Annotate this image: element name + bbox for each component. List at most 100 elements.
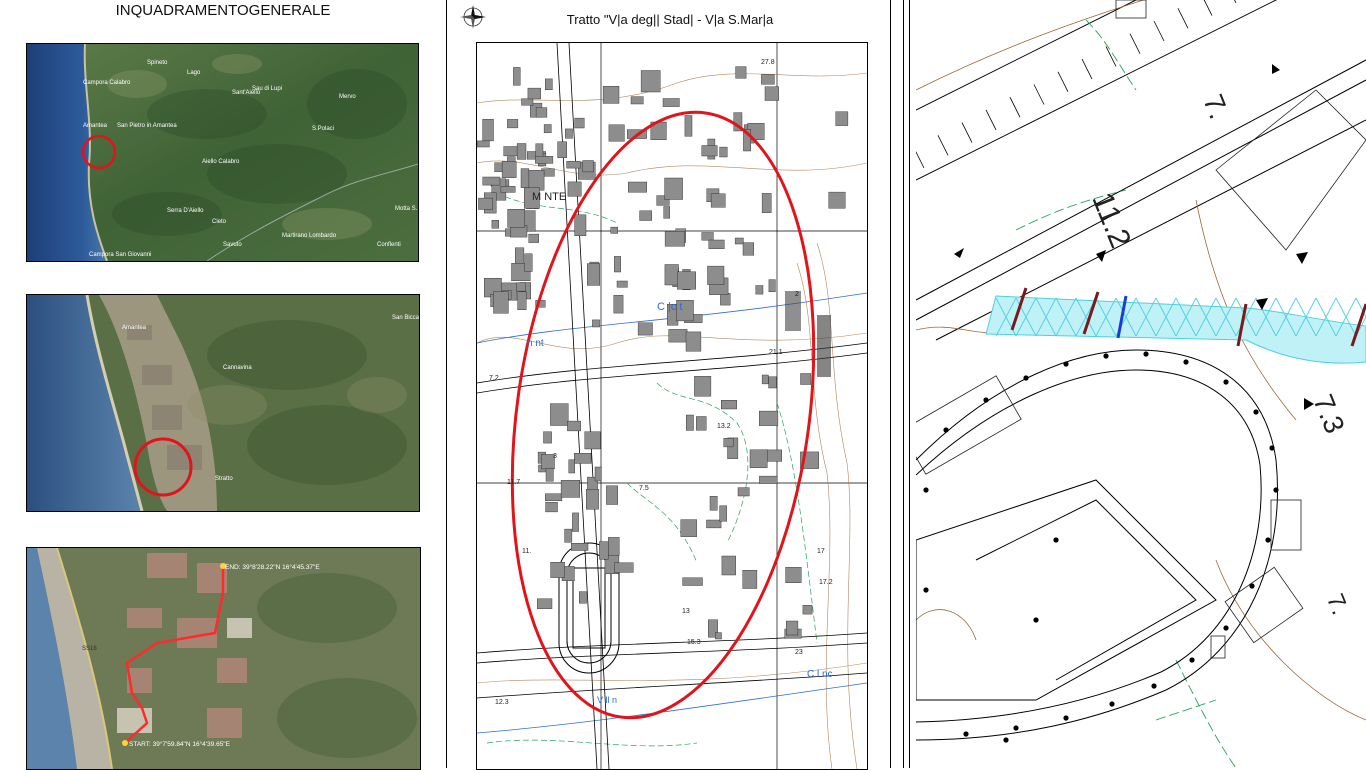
building [574, 214, 587, 236]
satellite-map-regional[interactable]: Spineto Campora Calabro Lago Sant'Aiello… [26, 43, 419, 262]
panel-divider [446, 0, 447, 768]
survey-point [1189, 657, 1195, 663]
building [592, 319, 600, 328]
building [608, 124, 625, 142]
building [610, 226, 618, 234]
topo-label: C l nc [807, 669, 833, 680]
building [535, 107, 548, 118]
map1-label: Campora Calabro [83, 80, 131, 86]
road-label: SS18 [82, 646, 97, 652]
building [662, 98, 680, 107]
topo-label: 13.2 [717, 423, 731, 430]
building [734, 237, 744, 245]
survey-point [923, 587, 929, 593]
building [571, 543, 589, 551]
building [477, 140, 490, 148]
map1-label: Aiello Calabro [202, 159, 240, 165]
overview-title: INQUADRAMENTOGENERALE [115, 2, 331, 19]
building [567, 420, 581, 432]
building [663, 206, 670, 219]
topo-label: 7.2 [489, 375, 499, 382]
building [543, 431, 552, 444]
building [545, 468, 554, 482]
map1-label: Cleto [212, 219, 227, 225]
map2-label: Amantea [122, 325, 147, 331]
building [828, 191, 846, 209]
building [706, 519, 722, 529]
section-title: Tratto "V|a deg|| Stad| - V|a S.Mar|a [566, 12, 774, 27]
map1-label: Lago [187, 70, 201, 76]
topographic-map[interactable]: M NTE C |c t n nt C l nc V ll n 21.1 7.2… [476, 42, 868, 770]
survey-point [1269, 445, 1275, 451]
building [719, 505, 727, 522]
building [567, 181, 582, 197]
survey-point [1223, 379, 1229, 385]
building [759, 410, 779, 426]
survey-point [1013, 725, 1019, 731]
panel-divider [909, 0, 910, 768]
building [545, 502, 558, 513]
topo-label: 21.1 [769, 349, 783, 356]
building [613, 295, 624, 314]
building [566, 161, 581, 169]
building [759, 475, 778, 484]
building [764, 86, 780, 101]
building [585, 489, 599, 510]
topo-label: 11.7 [507, 479, 521, 486]
building [535, 156, 554, 164]
building [501, 161, 517, 178]
building [587, 263, 601, 286]
building [544, 78, 553, 91]
building [802, 605, 813, 615]
map1-label: Martirano Lombardo [282, 233, 337, 239]
panel-divider [890, 0, 891, 768]
survey-point [963, 731, 969, 737]
building [786, 620, 799, 636]
building [482, 119, 494, 142]
building [482, 176, 501, 186]
building [578, 591, 587, 604]
building [835, 111, 849, 126]
panel-divider [903, 0, 904, 768]
detail-plan-map[interactable]: 11.2 7. 7.3 7. [916, 0, 1366, 768]
building [761, 74, 775, 85]
survey-point [1023, 375, 1029, 381]
building [720, 400, 737, 410]
survey-point [983, 397, 989, 403]
map1-label: Conflenti [377, 242, 401, 248]
building [545, 493, 563, 502]
building [560, 480, 580, 498]
building [720, 293, 731, 306]
building [664, 231, 685, 247]
survey-point [1223, 625, 1229, 631]
building [749, 449, 768, 468]
survey-point [1143, 351, 1149, 357]
building [500, 186, 516, 193]
topo-label: 27.8 [761, 59, 775, 66]
building [721, 555, 736, 576]
topo-label: V ll n [597, 695, 618, 705]
map2-label: San Bicca [392, 315, 420, 321]
building [668, 329, 688, 343]
topo-label: 23 [795, 649, 803, 656]
building [503, 146, 518, 157]
map1-label: Sau di Lupi [252, 86, 283, 92]
satellite-map-town[interactable]: Amantea Cannavina San Bicca Stratto [26, 294, 420, 512]
topo-label: 17 [817, 548, 825, 555]
topo-label: n nt [527, 338, 544, 349]
survey-point [1053, 537, 1059, 543]
building [715, 632, 722, 640]
building [685, 331, 702, 352]
route-start-label: START: 39°7'59.84"N 16°4'39.65"E [129, 741, 230, 748]
building [614, 256, 621, 273]
building [537, 598, 553, 609]
survey-point [1003, 737, 1009, 743]
building [630, 96, 644, 105]
topo-label: 7.5 [639, 485, 649, 492]
satellite-map-route[interactable]: END: 39°8'28.22"N 16°4'45.37"E START: 39… [26, 547, 421, 770]
map1-label: Motta S. [395, 206, 418, 212]
building [761, 193, 772, 213]
building [516, 143, 527, 160]
overview-panel: INQUADRAMENTOGENERALE Spineto Campora Ca… [0, 0, 446, 770]
building [682, 577, 703, 586]
